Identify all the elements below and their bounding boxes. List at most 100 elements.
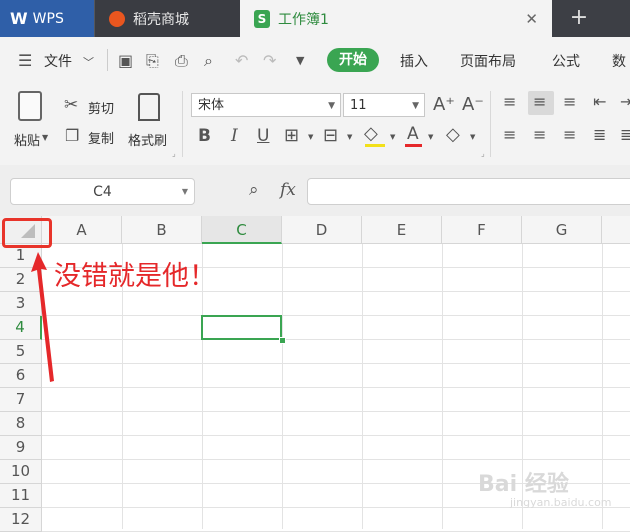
- tab-daoke-label: 稻壳商城: [133, 11, 189, 28]
- tab-formula[interactable]: 公式: [552, 51, 580, 71]
- ribbon-separator: [182, 91, 183, 157]
- more-icon[interactable]: ▼: [296, 54, 304, 67]
- column-header-f[interactable]: F: [442, 216, 522, 244]
- align-left-icon[interactable]: ≡: [503, 125, 516, 144]
- row-header-7[interactable]: 7: [0, 388, 42, 412]
- ribbon: 粘贴 ▼ ✂ 剪切 ❐ 复制 格式刷 ⌟ 宋体 ▼ 11 ▼ A⁺ A⁻ B I…: [0, 83, 630, 166]
- align-center-icon[interactable]: ≡: [533, 125, 546, 144]
- font-name-combo[interactable]: 宋体 ▼: [191, 93, 341, 117]
- copy-label[interactable]: 复制: [88, 128, 114, 147]
- print-icon[interactable]: ⎙: [175, 51, 188, 71]
- row-header-12[interactable]: 12: [0, 508, 42, 532]
- column-header-g[interactable]: G: [522, 216, 602, 244]
- redo-icon[interactable]: ↷: [263, 51, 276, 70]
- grid-hline: [42, 339, 630, 340]
- fill-color-icon[interactable]: ◇: [364, 123, 378, 144]
- align-top-icon[interactable]: ≡: [503, 92, 516, 111]
- font-size-combo[interactable]: 11 ▼: [343, 93, 425, 117]
- title-bar: W WPS 稻壳商城 S 工作簿1 ✕ +: [0, 0, 630, 37]
- paste-label[interactable]: 粘贴: [14, 130, 40, 149]
- tab-workbook[interactable]: S 工作簿1 ✕: [240, 0, 552, 37]
- close-tab-icon[interactable]: ✕: [525, 10, 538, 28]
- italic-button[interactable]: I: [231, 126, 238, 146]
- font-color-bar: [405, 144, 422, 147]
- tab-start[interactable]: 开始: [327, 48, 379, 72]
- hamburger-icon[interactable]: ☰: [18, 51, 32, 70]
- grid-hline: [42, 387, 630, 388]
- chevron-down-icon: ▼: [181, 187, 188, 196]
- undo-icon[interactable]: ↶: [235, 51, 248, 70]
- tab-daoke-mall[interactable]: 稻壳商城: [94, 0, 240, 37]
- bold-button[interactable]: B: [198, 126, 211, 146]
- chevron-down-icon[interactable]: ﹀: [83, 54, 94, 70]
- function-icon[interactable]: fx: [280, 180, 296, 200]
- row-header-8[interactable]: 8: [0, 412, 42, 436]
- print-preview-icon[interactable]: ⌕: [204, 51, 213, 71]
- name-box-value: C4: [93, 184, 112, 200]
- selected-cell[interactable]: [201, 315, 282, 340]
- daoke-logo-icon: [109, 10, 125, 27]
- chevron-down-icon: ▼: [328, 101, 335, 111]
- watermark-url: jingyan.baidu.com: [510, 496, 612, 509]
- paste-icon[interactable]: [18, 91, 42, 121]
- column-header-e[interactable]: E: [362, 216, 442, 244]
- menu-file[interactable]: 文件: [44, 51, 72, 71]
- font-name-value: 宋体: [198, 98, 225, 113]
- column-header-c[interactable]: C: [202, 216, 282, 244]
- column-header-b[interactable]: B: [122, 216, 202, 244]
- new-tab-button[interactable]: +: [565, 0, 593, 37]
- save-icon[interactable]: ▣: [118, 51, 133, 70]
- underline-button[interactable]: U: [257, 126, 269, 146]
- fill-handle[interactable]: [279, 337, 286, 344]
- row-header-9[interactable]: 9: [0, 436, 42, 460]
- merge-cells-icon[interactable]: ⊟: [323, 125, 338, 146]
- dropdown-arrow-icon[interactable]: ▼: [390, 133, 395, 141]
- justify-icon[interactable]: ≣: [593, 125, 606, 144]
- tab-page-layout[interactable]: 页面布局: [460, 51, 516, 71]
- copy-icon[interactable]: ❐: [65, 126, 79, 145]
- toolbar-divider: [107, 49, 108, 71]
- row-header-11[interactable]: 11: [0, 484, 42, 508]
- border-icon[interactable]: ⊞: [284, 125, 299, 146]
- annotation-text: 没错就是他！: [54, 261, 216, 292]
- scissors-icon[interactable]: ✂: [64, 95, 78, 115]
- grid-hline: [42, 363, 630, 364]
- export-icon[interactable]: ⎘: [146, 51, 159, 71]
- column-header-d[interactable]: D: [282, 216, 362, 244]
- increase-font-icon[interactable]: A⁺: [433, 94, 455, 115]
- cut-label[interactable]: 剪切: [88, 98, 114, 117]
- grid-hline: [42, 315, 630, 316]
- annotation-highlight-box: [2, 218, 52, 248]
- dropdown-arrow-icon[interactable]: ▼: [470, 133, 475, 141]
- tab-data[interactable]: 数: [612, 51, 626, 71]
- name-box[interactable]: C4 ▼: [10, 178, 195, 205]
- align-right-icon[interactable]: ≡: [563, 125, 576, 144]
- dropdown-arrow-icon[interactable]: ▼: [42, 133, 48, 142]
- column-header-partial[interactable]: [602, 216, 630, 244]
- tab-insert[interactable]: 插入: [400, 51, 428, 71]
- expand-icon[interactable]: ⌟: [481, 149, 485, 158]
- grid-hline: [42, 435, 630, 436]
- column-header-a[interactable]: A: [42, 216, 122, 244]
- row-header-10[interactable]: 10: [0, 460, 42, 484]
- expand-icon[interactable]: ⌟: [172, 149, 176, 158]
- align-bottom-icon[interactable]: ≡: [563, 92, 576, 111]
- increase-indent-icon[interactable]: ⇥: [620, 92, 630, 111]
- format-painter-label[interactable]: 格式刷: [128, 130, 167, 149]
- tab-wps[interactable]: W WPS: [0, 0, 94, 37]
- dropdown-arrow-icon[interactable]: ▼: [428, 133, 433, 141]
- tab-wps-label: WPS: [32, 10, 64, 27]
- distributed-icon[interactable]: ≣: [620, 125, 630, 144]
- grid-hline: [42, 459, 630, 460]
- format-painter-icon[interactable]: [138, 93, 160, 121]
- spreadsheet-icon: S: [254, 9, 270, 28]
- dropdown-arrow-icon[interactable]: ▼: [347, 133, 352, 141]
- decrease-font-icon[interactable]: A⁻: [462, 94, 484, 115]
- dropdown-arrow-icon[interactable]: ▼: [308, 133, 313, 141]
- zoom-search-icon[interactable]: ⌕: [249, 180, 259, 200]
- formula-input[interactable]: [307, 178, 630, 205]
- font-color-button[interactable]: A: [407, 124, 419, 144]
- wps-logo-icon: W: [10, 9, 28, 28]
- decrease-indent-icon[interactable]: ⇤: [593, 92, 606, 111]
- eraser-icon[interactable]: ◇: [446, 124, 460, 145]
